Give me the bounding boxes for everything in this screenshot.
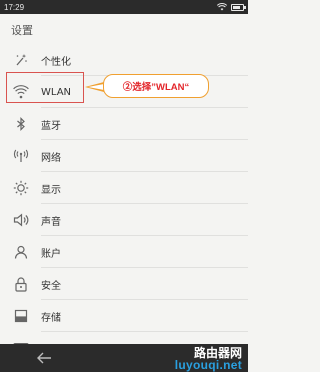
brightness-icon bbox=[13, 180, 29, 196]
settings-item-label: 安全 bbox=[41, 280, 61, 292]
storage-icon bbox=[13, 308, 29, 324]
status-bar: 17:29 bbox=[0, 0, 248, 14]
settings-item-label: 蓝牙 bbox=[41, 120, 61, 132]
speaker-icon bbox=[13, 212, 29, 228]
settings-item-network[interactable]: 网络 bbox=[0, 140, 248, 172]
annotation-text: ②选择”WLAN“ bbox=[122, 82, 190, 93]
settings-item-label: 账户 bbox=[41, 248, 61, 260]
wlan-highlight-box bbox=[6, 72, 84, 103]
lock-icon bbox=[13, 276, 29, 292]
magic-wand-icon bbox=[13, 52, 29, 68]
settings-item-storage[interactable]: 存储 bbox=[0, 300, 248, 332]
settings-item-label: 声音 bbox=[41, 216, 61, 228]
settings-item-security[interactable]: 安全 bbox=[0, 268, 248, 300]
settings-item-label: 网络 bbox=[41, 152, 61, 164]
person-icon bbox=[13, 244, 29, 260]
settings-item-sound[interactable]: 声音 bbox=[0, 204, 248, 236]
settings-item-display[interactable]: 显示 bbox=[0, 172, 248, 204]
settings-item-account[interactable]: 账户 bbox=[0, 236, 248, 268]
wifi-icon bbox=[217, 3, 227, 11]
callout-arrow-fill bbox=[88, 83, 104, 90]
settings-item-label: 显示 bbox=[41, 184, 61, 196]
watermark: 路由器网 luyouqi.net bbox=[140, 344, 246, 372]
settings-item-label: 个性化 bbox=[41, 56, 71, 68]
bluetooth-icon bbox=[13, 116, 29, 132]
status-time: 17:29 bbox=[4, 2, 25, 12]
watermark-line2: luyouqi.net bbox=[174, 358, 242, 372]
antenna-icon bbox=[13, 148, 29, 164]
settings-item-label: 存储 bbox=[41, 312, 61, 324]
annotation-callout: ②选择”WLAN“ bbox=[103, 74, 209, 98]
back-arrow-icon[interactable] bbox=[36, 351, 52, 365]
settings-item-bluetooth[interactable]: 蓝牙 bbox=[0, 108, 248, 140]
battery-icon bbox=[231, 3, 246, 11]
page-title: 设置 bbox=[11, 24, 33, 37]
settings-header: 设置 bbox=[0, 14, 248, 44]
